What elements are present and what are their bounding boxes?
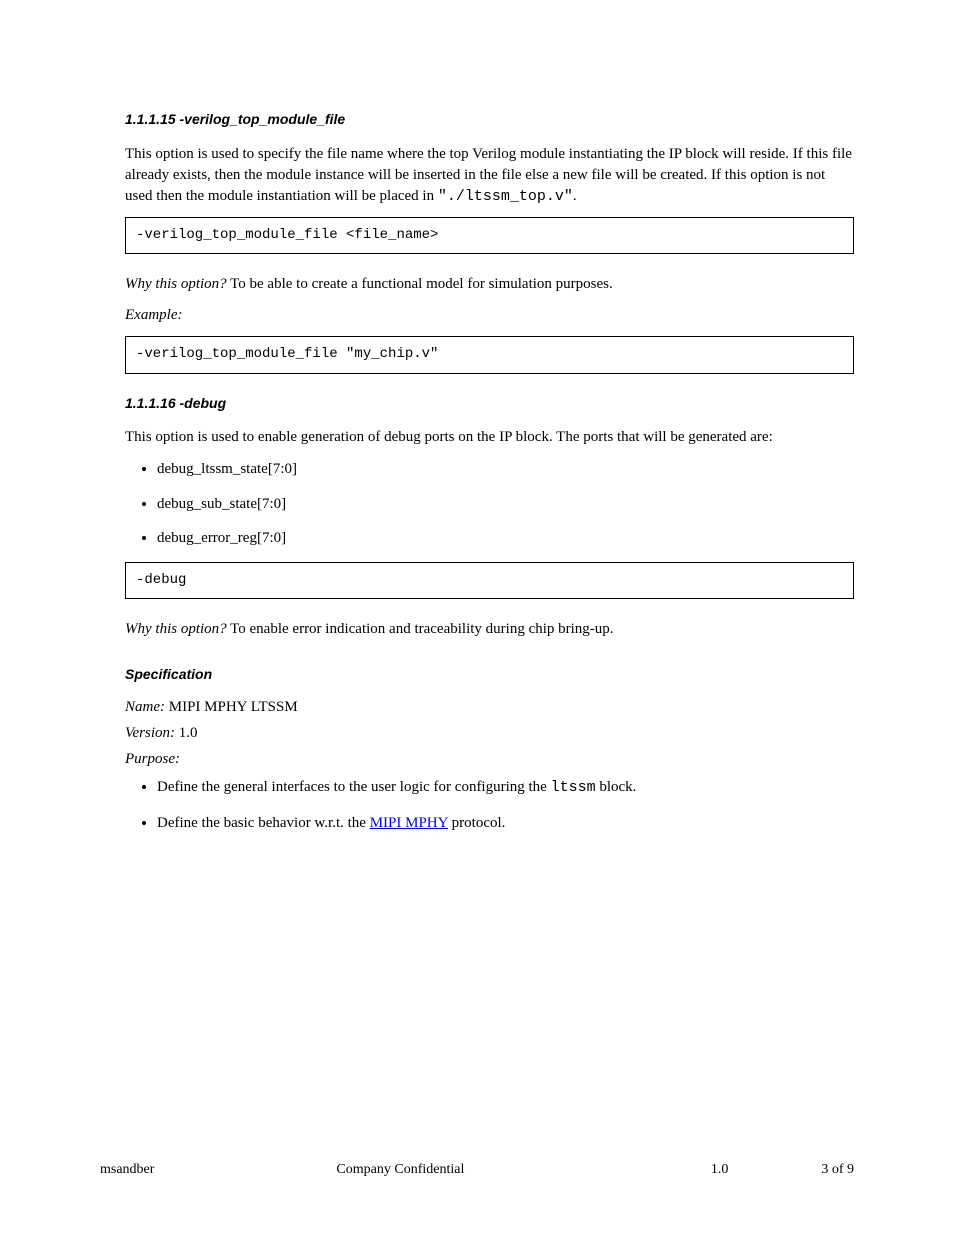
code-box: -verilog_top_module_file <file_name>: [125, 217, 854, 255]
section-debug: 1.1.1.16 -debug This option is used to e…: [125, 394, 854, 600]
why-text-2: To enable error indication and traceabil…: [230, 621, 613, 637]
spec-version-label: Version:: [125, 725, 179, 741]
why-this-option-2: Why this option? To enable error indicat…: [125, 619, 854, 640]
list-item: debug_sub_state[7:0]: [157, 493, 854, 516]
footer-left: msandber Company Confidential: [100, 1160, 603, 1180]
spec-version-value: 1.0: [179, 725, 198, 741]
list-item: debug_error_reg[7:0]: [157, 527, 854, 550]
section-description: This option is used to specify the file …: [125, 144, 854, 207]
example-label: Example:: [125, 307, 182, 323]
list-item: Define the general interfaces to the use…: [157, 776, 854, 800]
debug-code-box: -debug: [125, 562, 854, 600]
spec-name-row: Name: MIPI MPHY LTSSM: [125, 697, 854, 718]
spec-name-label: Name:: [125, 699, 169, 715]
list-item: debug_ltssm_state[7:0]: [157, 458, 854, 481]
purpose-list: Define the general interfaces to the use…: [157, 776, 854, 834]
why-text: To be able to create a functional model …: [230, 276, 613, 292]
spec-name-value: MIPI MPHY LTSSM: [169, 699, 298, 715]
spec-purpose-label: Purpose:: [125, 749, 854, 770]
spec-heading: Specification: [125, 665, 854, 685]
why-option-block-2: Why this option? To enable error indicat…: [125, 619, 854, 640]
section-heading: 1.1.1.15 -verilog_top_module_file: [125, 110, 854, 130]
why-label-2: Why this option?: [125, 621, 227, 637]
section-verilog-top-module: 1.1.1.15 -verilog_top_module_file This o…: [125, 110, 854, 254]
debug-description: This option is used to enable generation…: [125, 427, 854, 448]
spec-version-row: Version: 1.0: [125, 723, 854, 744]
footer-page-number: 3 of 9: [728, 1160, 854, 1180]
why-option-block: Why this option? To be able to create a …: [125, 274, 854, 295]
why-label: Why this option?: [125, 276, 227, 292]
footer-version: 1.0: [603, 1160, 729, 1180]
specification-section: Specification Name: MIPI MPHY LTSSM Vers…: [125, 665, 854, 834]
list-item: Define the basic behavior w.r.t. the MIP…: [157, 812, 854, 835]
mipi-mphy-link[interactable]: MIPI MPHY: [370, 815, 448, 831]
page-footer: msandber Company Confidential 1.0 3 of 9: [100, 1160, 854, 1180]
debug-port-list: debug_ltssm_state[7:0] debug_sub_state[7…: [157, 458, 854, 550]
example-code-box: -verilog_top_module_file "my_chip.v": [125, 336, 854, 374]
why-this-option-1: Why this option? To be able to create a …: [125, 274, 854, 374]
section-heading-debug: 1.1.1.16 -debug: [125, 394, 854, 414]
example-block: Example:: [125, 305, 854, 326]
